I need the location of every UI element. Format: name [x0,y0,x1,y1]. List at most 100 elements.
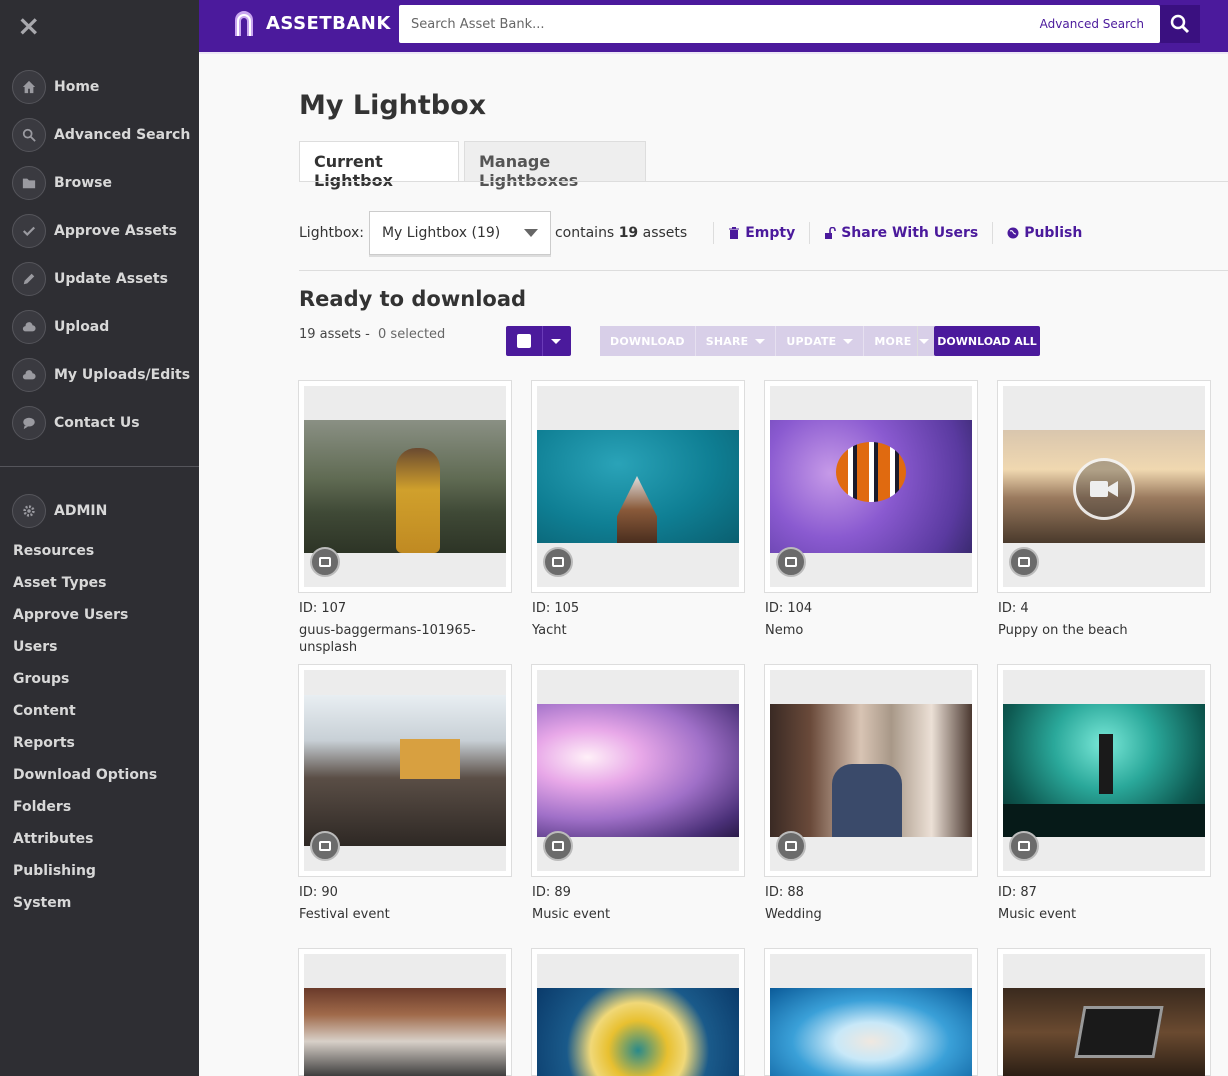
contains-prefix: contains [554,225,615,241]
lightbox-remove-icon[interactable] [310,547,340,577]
brand-name: ASSETBANK [266,12,391,34]
video-icon[interactable] [1073,458,1135,520]
asset-id: ID: 107 [299,601,347,616]
asset-thumbnail[interactable] [537,670,739,871]
download-button[interactable]: DOWNLOAD [600,326,696,356]
sidebar-divider [0,466,199,467]
asset-title[interactable]: Festival event [299,906,513,923]
asset-thumbnail[interactable] [770,386,972,587]
search-button[interactable] [1160,5,1200,43]
tab-divider [299,181,1228,182]
asset-card[interactable] [997,380,1211,593]
button-divider [917,326,918,356]
admin-link-asset-types[interactable]: Asset Types [13,575,106,591]
asset-card[interactable] [531,948,745,1076]
asset-thumbnail[interactable] [770,670,972,871]
lightbox-select[interactable]: My Lightbox (19) [368,211,551,255]
sidebar-item-approve-assets[interactable]: Approve Assets [12,214,177,248]
asset-thumbnail[interactable] [304,954,506,1076]
asset-card[interactable] [764,664,978,877]
sidebar-item-update-assets[interactable]: Update Assets [12,262,168,296]
badge-glyph [785,841,797,851]
chevron-down-icon[interactable] [551,338,561,344]
lightbox-remove-icon[interactable] [776,547,806,577]
lightbox-remove-icon[interactable] [543,547,573,577]
publish-label: Publish [1024,225,1083,241]
asset-thumbnail[interactable] [304,386,506,587]
section-title: Ready to download [299,287,527,311]
sidebar-item-browse[interactable]: Browse [12,166,112,200]
share-dropdown[interactable]: SHARE [695,326,777,356]
sidebar-item-home[interactable]: Home [12,70,99,104]
sidebar-item-admin[interactable]: ADMIN [12,494,107,528]
lightbox-remove-icon[interactable] [1009,547,1039,577]
admin-link-system[interactable]: System [13,895,71,911]
asset-card[interactable] [764,380,978,593]
lightbox-remove-icon[interactable] [543,831,573,861]
asset-card[interactable] [298,948,512,1076]
admin-link-content[interactable]: Content [13,703,76,719]
download-all-button[interactable]: DOWNLOAD ALL [934,326,1040,356]
empty-label: Empty [745,225,796,241]
select-all-toggle[interactable] [506,326,571,356]
checkbox-icon[interactable] [517,334,531,348]
asset-thumbnail[interactable] [1003,954,1205,1076]
asset-card[interactable] [531,380,745,593]
asset-card[interactable] [997,664,1211,877]
admin-link-resources[interactable]: Resources [13,543,94,559]
asset-id: ID: 89 [532,885,571,900]
admin-link-groups[interactable]: Groups [13,671,69,687]
asset-thumbnail[interactable] [304,670,506,871]
asset-card[interactable] [764,948,978,1076]
empty-button[interactable]: Empty [713,222,809,244]
admin-link-download-options[interactable]: Download Options [13,767,157,783]
update-dropdown[interactable]: UPDATE [776,326,865,356]
asset-image [537,430,739,543]
asset-title[interactable]: Nemo [765,622,979,639]
asset-thumbnail[interactable] [770,954,972,1076]
asset-title[interactable]: Music event [998,906,1212,923]
share-with-users-button[interactable]: Share With Users [809,222,992,244]
tab-current-lightbox[interactable]: Current Lightbox [299,141,459,190]
admin-link-attributes[interactable]: Attributes [13,831,93,847]
asset-thumbnail[interactable] [537,954,739,1076]
sidebar-item-label: Approve Assets [54,223,177,239]
lightbox-remove-icon[interactable] [310,831,340,861]
admin-link-users[interactable]: Users [13,639,57,655]
search-icon [12,118,46,152]
share-label: Share With Users [841,225,979,241]
asset-thumbnail[interactable] [1003,670,1205,871]
lightbox-remove-icon[interactable] [1009,831,1039,861]
cloud-upload-icon [12,310,46,344]
asset-title[interactable]: Puppy on the beach [998,622,1212,639]
asset-title[interactable]: Music event [532,906,746,923]
advanced-search-link[interactable]: Advanced Search [1040,17,1144,31]
tab-manage-lightboxes[interactable]: Manage Lightboxes [464,141,646,190]
asset-title[interactable]: Wedding [765,906,979,923]
lightbox-remove-icon[interactable] [776,831,806,861]
asset-card[interactable] [298,380,512,593]
sidebar-item-contact-us[interactable]: Contact Us [12,406,140,440]
more-dropdown[interactable]: MORE [864,326,940,356]
asset-card[interactable] [298,664,512,877]
asset-thumbnail[interactable] [1003,386,1205,587]
admin-link-folders[interactable]: Folders [13,799,71,815]
sidebar-item-my-uploads[interactable]: My Uploads/Edits [12,358,190,392]
admin-link-approve-users[interactable]: Approve Users [13,607,128,623]
sidebar-item-advanced-search[interactable]: Advanced Search [12,118,190,152]
close-icon[interactable]: × [17,12,41,40]
asset-card[interactable] [531,664,745,877]
brand[interactable]: ASSETBANK [232,10,391,36]
admin-link-publishing[interactable]: Publishing [13,863,96,879]
lightbox-asset-count: contains 19 assets [555,225,687,241]
asset-thumbnail[interactable] [537,386,739,587]
asset-title[interactable]: Yacht [532,622,746,639]
asset-card[interactable] [997,948,1211,1076]
sidebar-item-label: My Uploads/Edits [54,367,191,383]
gear-icon [12,494,46,528]
admin-link-reports[interactable]: Reports [13,735,75,751]
search-input[interactable] [399,5,1040,43]
sidebar-item-upload[interactable]: Upload [12,310,109,344]
publish-button[interactable]: Publish [992,222,1096,244]
asset-title[interactable]: guus-baggermans-101965-unsplash [299,622,499,656]
